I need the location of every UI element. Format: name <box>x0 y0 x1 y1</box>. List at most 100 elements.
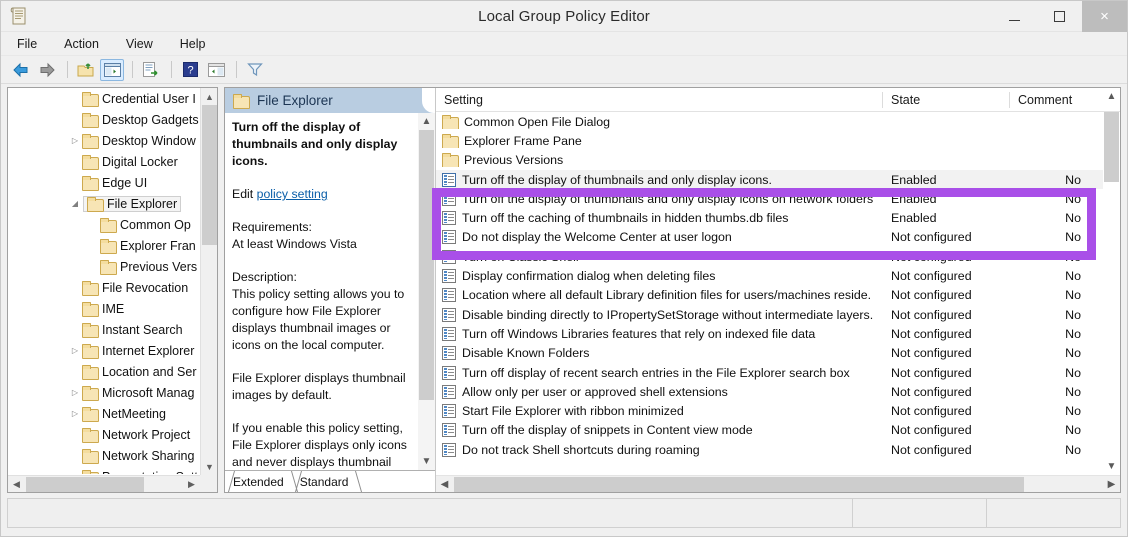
table-row[interactable]: Disable Known Folders Not configured No <box>436 344 1103 363</box>
cell-state: Not configured <box>891 365 972 380</box>
scroll-right-icon[interactable]: ▶ <box>1103 476 1120 492</box>
policy-setting-icon <box>442 269 456 284</box>
tree-item[interactable]: IME <box>8 298 199 319</box>
tree-item[interactable]: Location and Ser <box>8 361 199 382</box>
table-row[interactable]: Turn off the display of thumbnails and o… <box>436 169 1103 190</box>
table-row[interactable]: Turn off the caching of thumbnails in hi… <box>436 208 1103 227</box>
setting-label: Common Open File Dialog <box>464 114 610 129</box>
filter-icon[interactable] <box>243 59 267 81</box>
table-row[interactable]: Start File Explorer with ribbon minimize… <box>436 401 1103 420</box>
tree-item[interactable]: Credential User I <box>8 88 199 109</box>
table-row[interactable]: Turn on Classic Shell Not configured No <box>436 247 1103 266</box>
scroll-up-icon[interactable]: ▲ <box>1103 88 1120 105</box>
show-hide-console-tree-icon[interactable] <box>100 58 124 81</box>
policy-setting-icon <box>442 423 456 438</box>
scroll-thumb[interactable] <box>454 477 1024 492</box>
scroll-thumb[interactable] <box>419 130 434 400</box>
scroll-down-icon[interactable]: ▼ <box>1103 458 1120 475</box>
edit-policy-setting-link[interactable]: policy setting <box>257 187 328 201</box>
tree-item-content: Desktop Window <box>82 133 196 149</box>
cell-state: Enabled <box>891 172 937 187</box>
table-row[interactable]: Turn off display of recent search entrie… <box>436 363 1103 382</box>
tree-item[interactable]: Network Sharing <box>8 445 199 466</box>
folder-icon <box>82 364 99 380</box>
up-one-level-folder-icon[interactable] <box>74 59 98 81</box>
folder-icon <box>82 175 99 191</box>
tab-extended[interactable]: Extended <box>225 471 298 492</box>
help-icon[interactable]: ? <box>178 59 202 81</box>
scroll-left-icon[interactable]: ◀ <box>8 476 25 492</box>
policy-setting-icon <box>442 384 456 399</box>
scroll-right-icon[interactable]: ▶ <box>183 476 200 492</box>
table-row[interactable]: Do not track Shell shortcuts during roam… <box>436 440 1103 459</box>
scroll-thumb[interactable] <box>1104 112 1119 182</box>
chevron-down-icon[interactable]: ◢ <box>68 199 82 208</box>
table-row[interactable]: Allow only per user or approved shell ex… <box>436 382 1103 401</box>
table-row[interactable]: Explorer Frame Pane <box>436 131 1103 150</box>
table-row[interactable]: Previous Versions <box>436 151 1103 170</box>
tree-item-label: Location and Ser <box>102 364 197 379</box>
toolbar-separator <box>236 61 237 78</box>
back-arrow-icon[interactable] <box>9 59 33 81</box>
tree-item[interactable]: ▷ NetMeeting <box>8 403 199 424</box>
tree-item[interactable]: ▷ Microsoft Manag <box>8 382 199 403</box>
tree-item[interactable]: Digital Locker <box>8 151 199 172</box>
export-list-icon[interactable] <box>139 59 163 81</box>
table-row[interactable]: Do not display the Welcome Center at use… <box>436 228 1103 247</box>
table-row[interactable]: Disable binding directly to IPropertySet… <box>436 305 1103 324</box>
scroll-left-icon[interactable]: ◀ <box>436 476 453 492</box>
chevron-right-icon[interactable]: ▷ <box>68 136 82 145</box>
table-row[interactable]: Turn off Windows Libraries features that… <box>436 324 1103 343</box>
setting-label: Disable binding directly to IPropertySet… <box>462 307 874 322</box>
maximize-button[interactable] <box>1037 1 1082 32</box>
chevron-right-icon[interactable]: ▷ <box>68 388 82 397</box>
scroll-down-icon[interactable]: ▼ <box>201 458 217 475</box>
scroll-thumb[interactable] <box>202 105 217 245</box>
chevron-right-icon[interactable]: ▷ <box>68 409 82 418</box>
close-button[interactable]: × <box>1082 1 1127 32</box>
details-vertical-scrollbar[interactable]: ▲ ▼ <box>418 113 435 470</box>
menu-item-help[interactable]: Help <box>178 35 208 53</box>
tree-item[interactable]: File Revocation <box>8 277 199 298</box>
table-row[interactable]: Common Open File Dialog <box>436 112 1103 131</box>
tree-item[interactable]: Common Op <box>8 214 199 235</box>
chevron-right-icon[interactable]: ▷ <box>68 346 82 355</box>
tree-item[interactable]: ▷ Internet Explorer <box>8 340 199 361</box>
show-hide-action-pane-icon[interactable] <box>204 59 228 81</box>
tree-item[interactable]: Desktop Gadgets <box>8 109 199 130</box>
scroll-up-icon[interactable]: ▲ <box>418 113 435 130</box>
folder-icon <box>87 196 104 212</box>
table-row[interactable]: Display confirmation dialog when deletin… <box>436 266 1103 285</box>
tree-horizontal-scrollbar[interactable]: ◀ ▶ <box>8 475 200 492</box>
scroll-thumb[interactable] <box>26 477 144 492</box>
column-header-state[interactable]: State <box>883 88 1010 112</box>
menu-item-action[interactable]: Action <box>62 35 101 53</box>
cell-state: Not configured <box>891 249 972 264</box>
tree-item[interactable]: Network Project <box>8 424 199 445</box>
tree-item[interactable]: Instant Search <box>8 319 199 340</box>
list-horizontal-scrollbar[interactable]: ◀ ▶ <box>436 475 1120 492</box>
cell-state: Not configured <box>891 230 972 245</box>
tree-item[interactable]: ◢ File Explorer <box>8 193 199 214</box>
scroll-down-icon[interactable]: ▼ <box>418 453 435 470</box>
table-row[interactable]: Location where all default Library defin… <box>436 286 1103 305</box>
table-row[interactable]: Turn off the display of snippets in Cont… <box>436 421 1103 440</box>
forward-arrow-icon[interactable] <box>35 59 59 81</box>
menu-item-file[interactable]: File <box>15 35 39 53</box>
menu-item-view[interactable]: View <box>124 35 155 53</box>
tree-item-label: Digital Locker <box>102 154 178 169</box>
folder-icon <box>82 280 99 296</box>
tree-vertical-scrollbar[interactable]: ▲ ▼ <box>200 88 217 475</box>
list-vertical-scrollbar[interactable]: ▲ ▼ <box>1103 91 1120 475</box>
tree-item[interactable]: Presentation Sett <box>8 466 199 474</box>
tree-item-label: Network Project <box>102 427 191 442</box>
tree-item[interactable]: Edge UI <box>8 172 199 193</box>
tab-standard[interactable]: Standard <box>286 471 363 492</box>
tree-item[interactable]: ▷ Desktop Window <box>8 130 199 151</box>
minimize-button[interactable] <box>992 1 1037 32</box>
tree-item[interactable]: Previous Vers <box>8 256 199 277</box>
table-row[interactable]: Turn off the display of thumbnails and o… <box>436 189 1103 208</box>
scroll-up-icon[interactable]: ▲ <box>201 88 217 105</box>
column-header-setting[interactable]: Setting <box>436 88 883 112</box>
tree-item[interactable]: Explorer Fran <box>8 235 199 256</box>
